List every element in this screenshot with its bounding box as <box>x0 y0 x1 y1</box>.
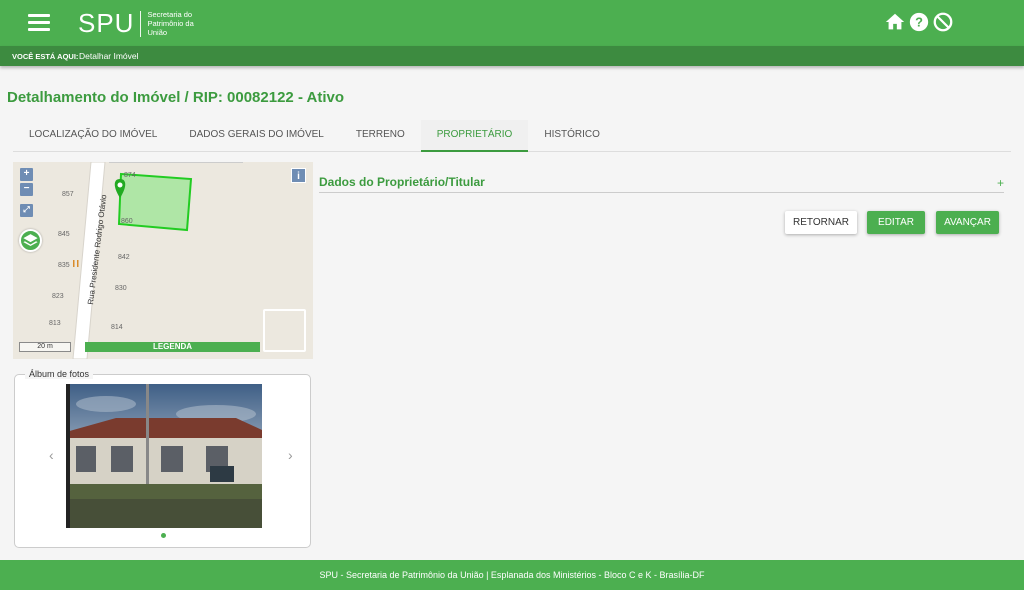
lot-number: 814 <box>111 324 123 331</box>
tab-terreno[interactable]: TERRENO <box>340 120 421 152</box>
info-button[interactable]: i <box>291 168 306 183</box>
page-title: Detalhamento do Imóvel / RIP: 00082122 -… <box>7 89 345 106</box>
tab-localizacao[interactable]: LOCALIZAÇÃO DO IMÓVEL <box>13 120 173 152</box>
logo-text: SPU <box>78 8 135 38</box>
tab-historico[interactable]: HISTÓRICO <box>528 120 616 152</box>
next-photo-button[interactable]: › <box>288 447 293 463</box>
top-bar: SPU Secretaria do Patrimônio da União ? <box>0 0 1024 46</box>
lot-number: 860 <box>121 218 133 225</box>
lot-number: 823 <box>52 293 64 300</box>
layers-icon[interactable] <box>19 229 42 252</box>
property-photo[interactable] <box>66 384 262 528</box>
return-button[interactable]: RETORNAR <box>785 211 857 234</box>
menu-icon[interactable] <box>28 14 50 32</box>
section-divider <box>319 192 1004 193</box>
block-icon[interactable] <box>932 11 954 33</box>
lot-number: 857 <box>62 191 74 198</box>
logo-divider <box>140 10 142 37</box>
lot-number: 813 <box>49 320 61 327</box>
lot-number: 874 <box>124 172 136 179</box>
lot-number: 845 <box>58 231 70 238</box>
tab-dados-gerais[interactable]: DADOS GERAIS DO IMÓVEL <box>173 120 339 152</box>
expand-icon[interactable]: + <box>997 176 1004 190</box>
lot-number: 830 <box>115 285 127 292</box>
lot-number: 842 <box>118 254 130 261</box>
tab-proprietario[interactable]: PROPRIETÁRIO <box>420 120 529 152</box>
logo-subtitle: Secretaria do Patrimônio da União <box>147 10 194 37</box>
legend-button[interactable]: LEGENDA <box>85 342 260 352</box>
zoom-in-button[interactable]: + <box>20 168 33 181</box>
next-button[interactable]: AVANÇAR <box>936 211 999 234</box>
breadcrumb-current[interactable]: Detalhar Imóvel <box>79 51 139 61</box>
restaurant-icon <box>73 260 79 267</box>
prev-photo-button[interactable]: ‹ <box>49 447 54 463</box>
logo[interactable]: SPU Secretaria do Patrimônio da União <box>78 8 203 39</box>
home-icon[interactable] <box>884 11 906 33</box>
photo-album: Álbum de fotos ‹ › <box>14 369 311 548</box>
svg-text:?: ? <box>915 15 923 30</box>
property-map[interactable]: + − ⤢ i Rua Presidente Rodrigo Otávio 85… <box>13 162 313 359</box>
zoom-out-button[interactable]: − <box>20 183 33 196</box>
owner-section-title[interactable]: Dados do Proprietário/Titular <box>319 175 485 189</box>
fullscreen-icon[interactable]: ⤢ <box>20 204 33 217</box>
footer: SPU - Secretaria de Patrimônio da União … <box>0 560 1024 590</box>
album-title: Álbum de fotos <box>25 369 94 379</box>
lot-number: 835 <box>58 262 70 269</box>
breadcrumb: VOCÊ ESTÁ AQUI: Detalhar Imóvel <box>0 46 1024 66</box>
photo-indicator-dot[interactable] <box>161 533 166 538</box>
tab-bar: LOCALIZAÇÃO DO IMÓVEL DADOS GERAIS DO IM… <box>13 120 1011 152</box>
edit-button[interactable]: EDITAR <box>867 211 925 234</box>
help-icon[interactable]: ? <box>908 11 930 33</box>
breadcrumb-label: VOCÊ ESTÁ AQUI: <box>12 52 79 61</box>
map-scale: 20 m <box>19 342 71 352</box>
top-icons: ? <box>884 11 954 33</box>
pin-center <box>117 182 123 188</box>
minimap[interactable] <box>263 309 306 352</box>
